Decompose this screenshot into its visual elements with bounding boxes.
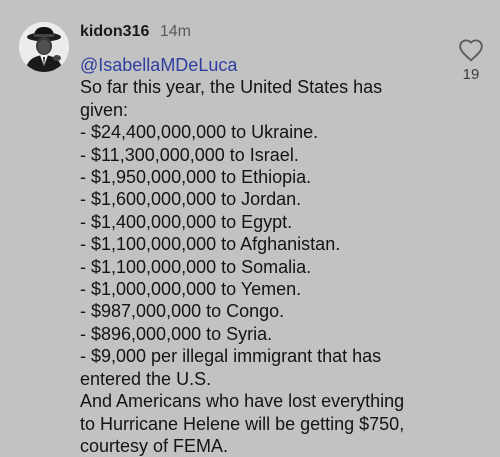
comment-line: - $896,000,000 to Syria.	[80, 323, 273, 344]
comment-line: given:	[80, 99, 129, 120]
comment-line: And Americans who have lost everything	[80, 391, 405, 412]
comment-line: - $1,100,000,000 to Afghanistan.	[80, 234, 341, 255]
comment-body: @IsabellaMDeLuca So far this year, the U…	[80, 54, 440, 457]
comment-line: - $987,000,000 to Congo.	[80, 301, 285, 322]
like-button[interactable]	[458, 38, 484, 62]
comment-line: - $1,400,000,000 to Egypt.	[80, 211, 293, 232]
comment-line: - $1,100,000,000 to Somalia.	[80, 256, 312, 277]
heart-outline-icon	[459, 39, 483, 62]
comment-line: - $1,950,000,000 to Ethiopia.	[80, 167, 312, 188]
comment-item: kidon316 14m @IsabellaMDeLuca So far thi…	[0, 0, 500, 456]
username[interactable]: kidon316	[80, 23, 149, 40]
comment-line: - $1,600,000,000 to Jordan.	[80, 189, 302, 210]
avatar[interactable]	[19, 22, 69, 72]
timestamp: 14m	[159, 23, 191, 40]
avatar-photo	[19, 22, 69, 72]
comment-line: - $24,400,000,000 to Ukraine.	[80, 122, 319, 143]
comment-line: - $1,000,000,000 to Yemen.	[80, 279, 302, 300]
comment-line: to Hurricane Helene will be getting $750…	[80, 413, 405, 434]
comment-line: courtesy of FEMA.	[80, 435, 229, 456]
comment-line: So far this year, the United States has	[80, 77, 383, 98]
comment-line: entered the U.S.	[80, 368, 212, 389]
comment-line: - $9,000 per illegal immigrant that has	[80, 346, 382, 367]
like-count: 19	[462, 66, 480, 83]
comment-line: - $11,300,000,000 to Israel.	[80, 144, 299, 165]
comment-header: kidon316 14m	[80, 23, 191, 41]
mention-link[interactable]: @IsabellaMDeLuca	[80, 54, 440, 76]
